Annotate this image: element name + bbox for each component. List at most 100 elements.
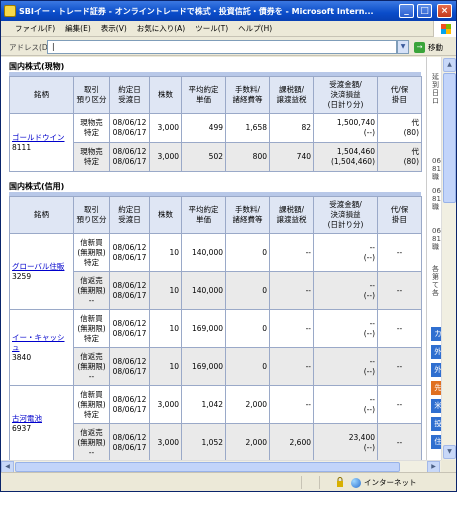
account-type: 特定 [84, 409, 99, 419]
price-cell: 140,000 [181, 233, 226, 272]
account-type: 特定 [84, 333, 99, 343]
term-type: (無期限) [77, 437, 106, 447]
horizontal-scrollbar[interactable]: ◀ ▶ [1, 460, 441, 473]
daytrade-pl: (--) [363, 128, 375, 137]
scroll-down-icon[interactable]: ▼ [443, 445, 456, 459]
margin-th-amount: 受渡金額/ 決済損益 (日計り分) [313, 196, 378, 234]
spot-th-fee: 手数料/ 諸経費等 [225, 76, 270, 114]
status-divider [301, 476, 302, 489]
stock-code: 3840 [12, 352, 32, 362]
trade-type: 現物売 [80, 147, 103, 156]
go-arrow-icon: → [414, 41, 425, 53]
term-type: (無期限) [77, 361, 106, 371]
margin-th-date: 約定日 受渡日 [109, 196, 150, 234]
spot-th-date: 約定日 受渡日 [109, 76, 150, 114]
collateral-rate: (80) [403, 128, 419, 137]
collateral-cell: -- [377, 423, 422, 460]
trade-type: 現物売 [80, 118, 103, 127]
fee-cell: 0 [225, 233, 270, 272]
trade-date: 08/06/12 [112, 394, 147, 404]
collateral-cell: -- [377, 271, 422, 310]
tax-cell: 2,600 [269, 423, 314, 460]
tax-cell: -- [269, 347, 314, 386]
go-button[interactable]: → 移動 [414, 40, 454, 54]
close-button[interactable]: × [437, 4, 452, 18]
term-type: (無期限) [77, 247, 106, 257]
trade-date: 08/06/12 [112, 356, 147, 366]
status-divider [319, 476, 320, 489]
spot-table: 銘柄 取引 預り区分 約定日 受渡日 株数 平均約定 単価 手数料/ 諸経費等 … [9, 76, 422, 172]
page-content: 国内株式(現物) 銘柄 取引 預り区分 約定日 受渡日 株数 平均約定 単価 手… [1, 57, 426, 460]
address-input[interactable]: | [47, 40, 397, 54]
lock-icon [337, 477, 343, 487]
tax-cell: -- [269, 233, 314, 272]
table-row: グローバル住販 3259 信新買 (無期限) 特定 08/06/12 08/06/17 … [9, 233, 422, 310]
stock-link-furukawa-battery[interactable]: 古河電池 [12, 414, 71, 424]
daytrade-pl: (--) [363, 328, 375, 338]
address-label: アドレス(D) [9, 43, 51, 52]
stock-code: 8111 [12, 142, 32, 152]
browser-window: SBIイー・トレード証券 - オンライントレードで株式・投資信託・債券を - M… [0, 0, 457, 492]
account-type: 特定 [84, 157, 99, 166]
spot-th-name: 銘柄 [9, 76, 74, 114]
title-bar[interactable]: SBIイー・トレード証券 - オンライントレードで株式・投資信託・債券を - M… [1, 1, 456, 21]
spot-th-amount: 受渡金額/ 決済損益 (日計り分) [313, 76, 378, 114]
stock-link-goldwin[interactable]: ゴールドウイン [12, 133, 71, 143]
spot-section-title: 国内株式(現物) [9, 62, 65, 71]
vertical-scroll-thumb[interactable] [443, 73, 456, 203]
window-title: SBIイー・トレード証券 - オンライントレードで株式・投資信託・債券を - M… [19, 6, 374, 16]
settle-date: 08/06/17 [112, 328, 147, 338]
trade-date: 08/06/12 [112, 432, 147, 442]
collateral-rate: (80) [403, 157, 419, 166]
account-type: 特定 [84, 257, 99, 267]
menu-file[interactable]: ファイル(F) [15, 23, 55, 34]
margin-th-tax: 課税額/ 譲渡益税 [269, 196, 314, 234]
tax-cell: 82 [269, 113, 314, 143]
fee-cell: 0 [225, 347, 270, 386]
collateral-cell: -- [377, 347, 422, 386]
trade-date: 08/06/12 [112, 118, 147, 127]
account-type: -- [88, 371, 95, 381]
address-dropdown-icon[interactable]: ▼ [397, 40, 409, 54]
menu-edit[interactable]: 編集(E) [65, 23, 91, 34]
amount-cell: -- [369, 356, 375, 366]
trade-date: 08/06/12 [112, 242, 147, 252]
spot-th-tax: 課税額/ 譲渡益税 [269, 76, 314, 114]
tax-cell: -- [269, 271, 314, 310]
fee-cell: 2,000 [225, 385, 270, 424]
settle-date: 08/06/17 [112, 366, 147, 376]
term-type: (無期限) [77, 285, 106, 295]
qty-cell: 10 [149, 309, 182, 348]
scroll-up-icon[interactable]: ▲ [443, 58, 456, 72]
amount-cell: 1,504,460 [336, 147, 375, 156]
daytrade-pl: (--) [363, 366, 375, 376]
settle-date: 08/06/17 [112, 290, 147, 300]
minimize-button[interactable]: _ [399, 4, 414, 18]
menu-bar: ファイル(F) 編集(E) 表示(V) お気に入り(A) ツール(T) ヘルプ(… [1, 21, 456, 37]
account-type: 特定 [84, 128, 99, 137]
amount-cell: -- [369, 242, 375, 252]
price-cell: 169,000 [181, 309, 226, 348]
qty-cell: 3,000 [149, 142, 182, 172]
menu-help[interactable]: ヘルプ(H) [238, 23, 272, 34]
trade-date: 08/06/12 [112, 280, 147, 290]
collateral-cell: -- [377, 309, 422, 348]
menu-tools[interactable]: ツール(T) [195, 23, 228, 34]
collateral-cell: -- [377, 233, 422, 272]
maximize-button[interactable]: □ [417, 4, 432, 18]
stock-link-e-cash[interactable]: イー・キャッシュ [12, 333, 71, 353]
ie-icon [4, 5, 16, 17]
menu-view[interactable]: 表示(V) [101, 23, 127, 34]
horizontal-scroll-thumb[interactable] [15, 462, 400, 472]
status-bar: インターネット [1, 472, 456, 491]
menu-favorites[interactable]: お気に入り(A) [137, 23, 185, 34]
settle-date: 08/06/17 [112, 404, 147, 414]
vertical-scrollbar[interactable]: ▲ ▼ [441, 57, 456, 460]
tax-cell: 740 [269, 142, 314, 172]
stock-link-global-jyuhan[interactable]: グローバル住販 [12, 262, 71, 272]
tax-cell: -- [269, 309, 314, 348]
collateral-cell: -- [377, 385, 422, 424]
account-type: -- [88, 447, 95, 457]
trade-type: 信新買 [80, 237, 103, 247]
tax-cell: -- [269, 385, 314, 424]
